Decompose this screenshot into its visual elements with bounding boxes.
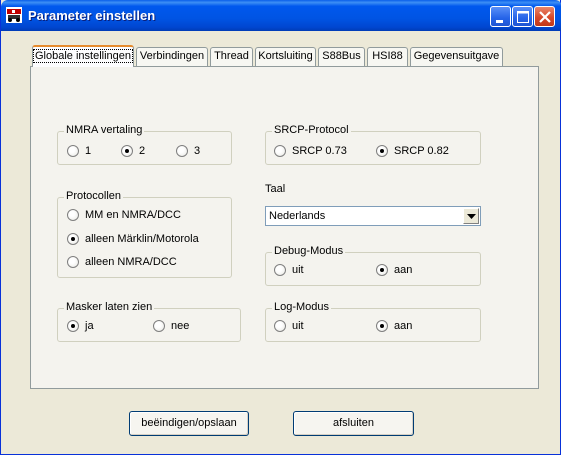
radio-label: alleen Märklin/Motorola (85, 233, 199, 245)
radio-button[interactable] (67, 209, 79, 221)
radio-button[interactable] (67, 320, 79, 332)
radio-button[interactable] (274, 320, 286, 332)
log-legend: Log-Modus (272, 301, 332, 313)
debug-legend: Debug-Modus (272, 245, 346, 257)
tab-label: Thread (214, 50, 249, 62)
tab-label: Kortsluiting (258, 50, 313, 62)
radio-button[interactable] (153, 320, 165, 332)
radio-label: 1 (85, 145, 92, 157)
dropdown-button[interactable] (463, 208, 479, 224)
taal-select[interactable]: Nederlands (265, 206, 481, 226)
taal-select-value: Nederlands (269, 210, 326, 222)
radio-label: aan (394, 264, 413, 276)
close-button[interactable] (534, 6, 555, 27)
radio-button[interactable] (274, 145, 286, 157)
maximize-button[interactable] (512, 6, 533, 27)
radio-button[interactable] (376, 264, 388, 276)
title-bar[interactable]: Parameter einstellen (1, 0, 561, 31)
tab-label: Verbindingen (139, 50, 205, 62)
radio-button[interactable] (176, 145, 188, 157)
tab-s88bus[interactable]: S88Bus (318, 47, 365, 66)
chevron-down-icon (467, 214, 476, 219)
tab-label: Gegevensuitgave (413, 50, 500, 62)
radio-button[interactable] (376, 145, 388, 157)
radio-label: SRCP 0.73 (292, 145, 347, 157)
tab-label: S88Bus (322, 50, 361, 62)
radio-label: uit (292, 264, 304, 276)
tab-thread[interactable]: Thread (210, 47, 253, 66)
tab-hsi88[interactable]: HSI88 (367, 47, 408, 66)
radio-button[interactable] (121, 145, 133, 157)
tab-gegevensuitgave[interactable]: Gegevensuitgave (410, 47, 503, 66)
dialog-window: Parameter einstellen Globale instellinge… (0, 0, 561, 455)
window-title: Parameter einstellen (28, 8, 156, 23)
radio-label: alleen NMRA/DCC (85, 256, 177, 268)
radio-button[interactable] (67, 145, 79, 157)
radio-label: ja (85, 320, 94, 332)
masker-legend: Masker laten zien (64, 301, 155, 313)
srcp-legend: SRCP-Protocol (272, 124, 351, 136)
close-icon (539, 11, 551, 23)
protocollen-legend: Protocollen (64, 190, 124, 202)
close-dialog-button[interactable]: afsluiten (293, 411, 414, 436)
minimize-icon (496, 20, 503, 23)
radio-label: uit (292, 320, 304, 332)
radio-label: 3 (194, 145, 201, 157)
radio-label: SRCP 0.82 (394, 145, 449, 157)
radio-button[interactable] (376, 320, 388, 332)
radio-button[interactable] (67, 256, 79, 268)
radio-label: MM en NMRA/DCC (85, 209, 181, 221)
tab-kortsluiting[interactable]: Kortsluiting (255, 47, 316, 66)
nmra-legend: NMRA vertaling (64, 124, 145, 136)
tab-label: HSI88 (372, 50, 403, 62)
radio-label: nee (171, 320, 190, 332)
radio-label: aan (394, 320, 413, 332)
taal-label: Taal (265, 183, 286, 195)
maximize-icon (517, 11, 529, 23)
app-icon (6, 7, 22, 23)
tab-verbindingen[interactable]: Verbindingen (136, 47, 208, 66)
radio-label: 2 (139, 145, 146, 157)
minimize-button[interactable] (490, 6, 511, 27)
radio-button[interactable] (274, 264, 286, 276)
tab-label: Globale instellingen (33, 49, 134, 63)
save-button[interactable]: beëindigen/opslaan (129, 411, 249, 436)
radio-button[interactable] (67, 233, 79, 245)
tab-globale-instellingen[interactable]: Globale instellingen (32, 45, 134, 67)
